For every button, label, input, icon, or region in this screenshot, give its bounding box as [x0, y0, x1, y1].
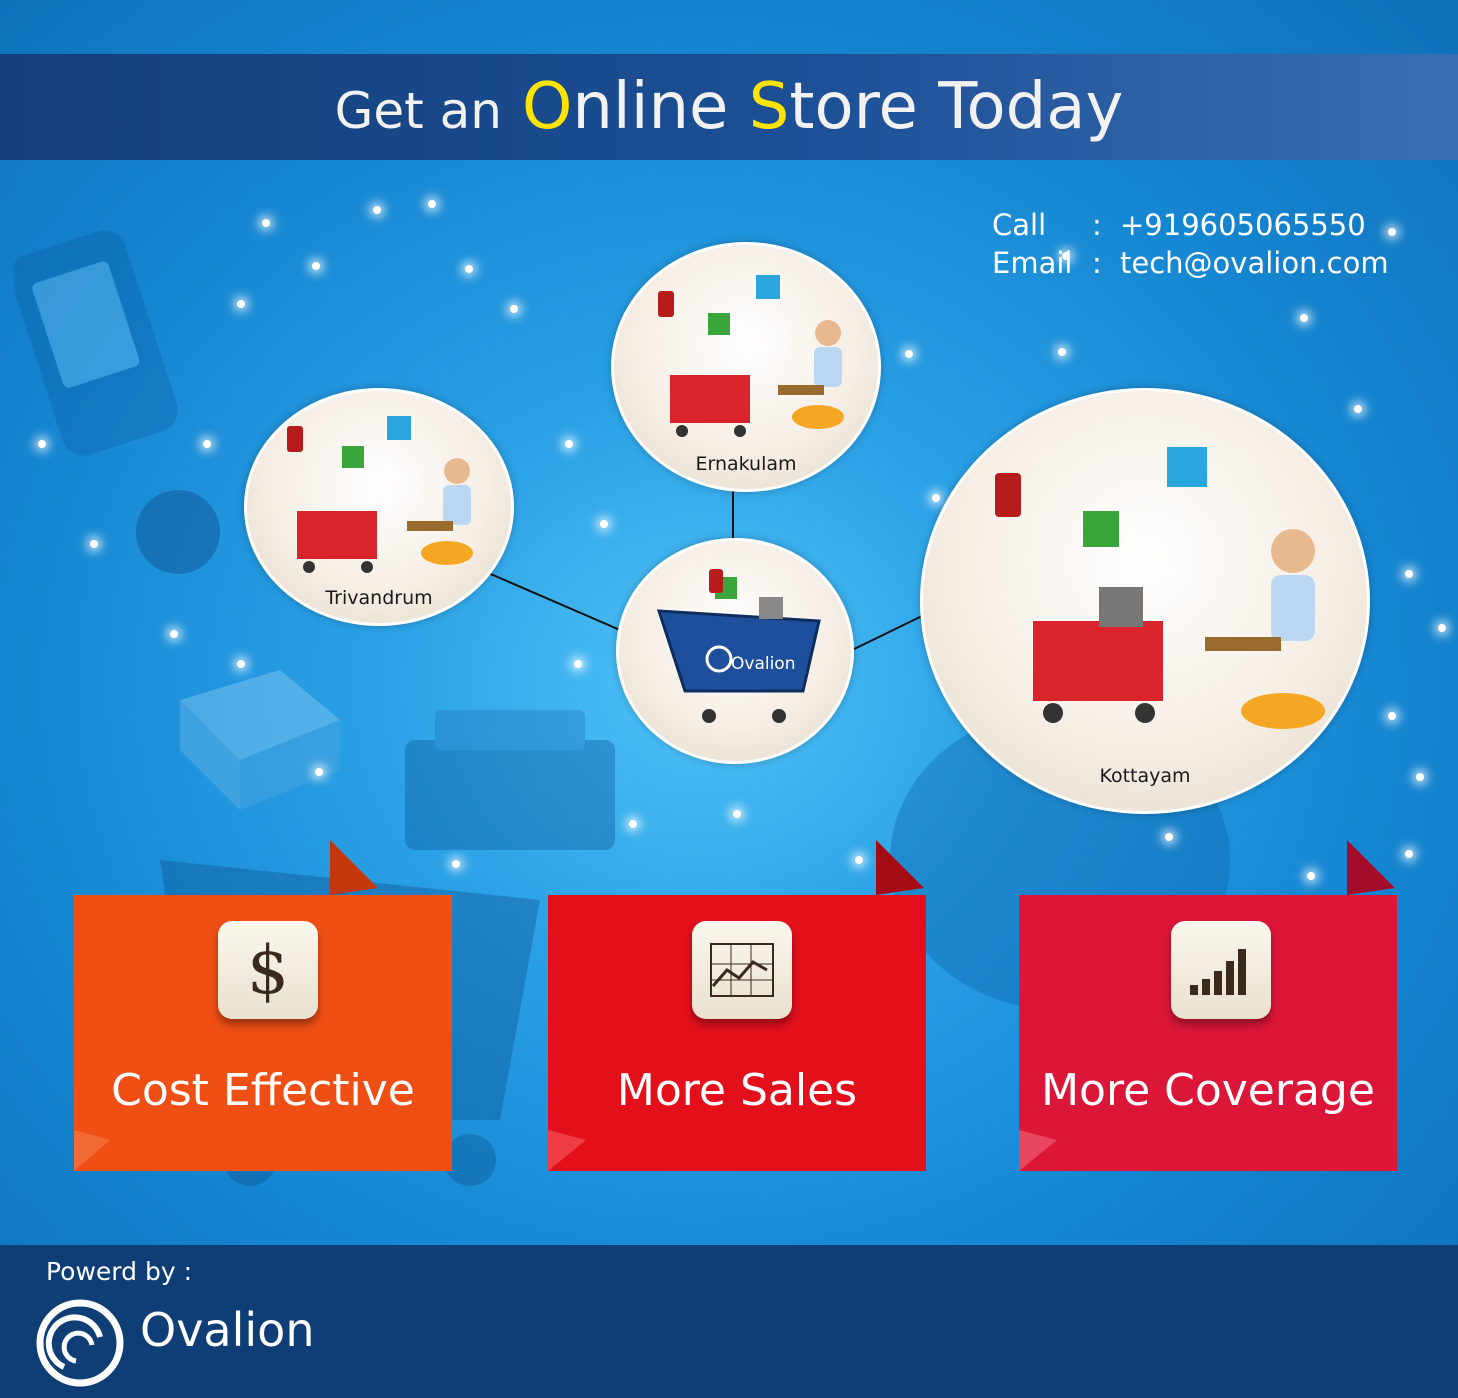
city-label: Trivandrum: [325, 587, 433, 609]
footer-brand-name[interactable]: Ovalion: [140, 1303, 314, 1357]
hub-brand-label: Ovalion: [731, 654, 796, 674]
feature-more-coverage: More Coverage: [1019, 840, 1397, 1171]
ovalion-logo-icon: [36, 1299, 124, 1387]
feature-cost-effective: $ Cost Effective: [74, 840, 452, 1171]
feature-more-sales: More Sales: [548, 840, 926, 1171]
location-node-ernakulam[interactable]: Ernakulam: [611, 242, 881, 492]
location-node-kottayam[interactable]: Kottayam: [920, 388, 1370, 814]
powered-by-label: Powerd by :: [46, 1257, 192, 1286]
signal-bars-icon: [1171, 921, 1271, 1019]
feature-label: Cost Effective: [111, 1065, 415, 1116]
city-label: Kottayam: [1099, 765, 1191, 787]
ovalion-cart-icon: [656, 569, 821, 723]
feature-label: More Sales: [616, 1065, 858, 1116]
feature-label: More Coverage: [1041, 1065, 1375, 1116]
location-node-trivandrum[interactable]: Trivandrum: [244, 388, 514, 626]
signal-bars-icon-graphic: [1190, 949, 1246, 995]
ovalion-hub-node[interactable]: Ovalion: [616, 538, 854, 764]
line-chart-icon: [692, 921, 792, 1019]
footer: Powerd by : Ovalion: [0, 1245, 1458, 1398]
city-label: Ernakulam: [695, 453, 797, 475]
dollar-icon: $: [218, 921, 318, 1019]
shopping-scene-icon: [995, 447, 1325, 729]
line-chart-icon-graphic: [710, 943, 774, 997]
